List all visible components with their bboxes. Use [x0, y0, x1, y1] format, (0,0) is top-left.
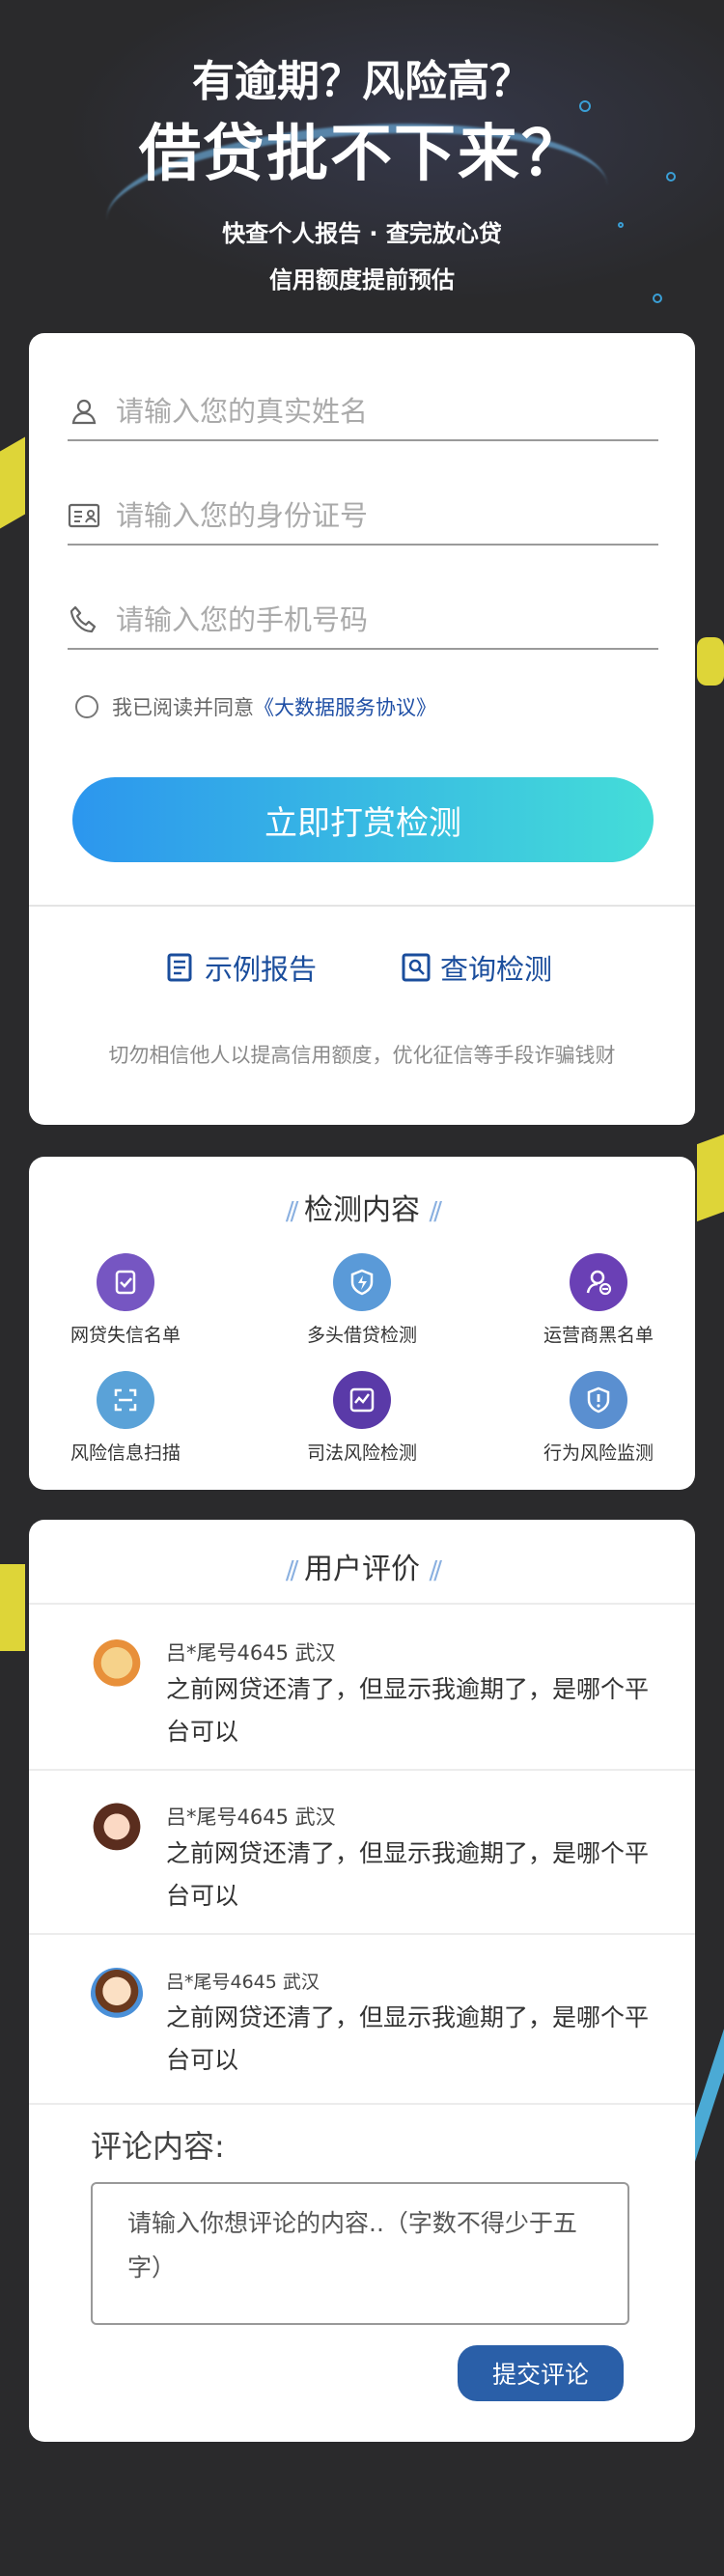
sample-report-label: 示例报告	[205, 953, 318, 986]
feature-label: 运营商黑名单	[543, 1325, 654, 1346]
phone-icon	[68, 603, 100, 636]
feature-item: 司法风险检测	[265, 1371, 459, 1465]
feature-label: 司法风险检测	[306, 1442, 417, 1464]
feature-item: 运营商黑名单	[502, 1253, 695, 1347]
deco-stroke	[0, 436, 25, 529]
hero-subtitle-line1: 快查个人报告 · 查完放心贷	[222, 220, 502, 247]
scan-icon	[97, 1371, 154, 1429]
reviews-section-title: // 用户评价 //	[29, 1545, 695, 1587]
divider	[29, 905, 695, 907]
sample-report-link[interactable]: 示例报告	[166, 947, 317, 988]
user-icon	[68, 395, 100, 428]
feature-item: 行为风险监测	[502, 1371, 695, 1465]
id-card-icon	[68, 499, 100, 532]
feature-label: 多头借贷检测	[306, 1325, 417, 1346]
feature-label: 风险信息扫描	[70, 1442, 181, 1464]
hero-dot	[653, 294, 662, 303]
query-check-link[interactable]: 查询检测	[402, 947, 552, 988]
deco-stroke	[697, 1134, 724, 1222]
phone-input[interactable]	[116, 603, 637, 636]
login-form-card: 我已阅读并同意 《大数据服务协议》 立即打赏检测 示例报告 查询检测 切勿相信他…	[29, 333, 695, 1125]
user-reviews-card: // 用户评价 // 吕*尾号4645 武汉 之前网贷还清了，但显示我逾期了，是…	[29, 1520, 695, 2442]
chart-monitor-icon	[333, 1371, 391, 1429]
name-field[interactable]	[68, 383, 658, 441]
comment-label: 评论内容:	[91, 2128, 225, 2165]
agreement-row: 我已阅读并同意 《大数据服务协议》	[75, 692, 436, 721]
slash-decoration: //	[285, 1556, 298, 1585]
review-user: 吕*尾号4645 武汉	[166, 1972, 320, 1993]
agree-text: 我已阅读并同意	[112, 696, 254, 719]
slash-decoration: //	[429, 1556, 442, 1585]
phone-field[interactable]	[68, 592, 658, 650]
avatar	[91, 1639, 143, 1692]
review-text: 之前网贷还清了，但显示我逾期了，是哪个平台可以	[166, 1839, 650, 1910]
avatar	[91, 1802, 143, 1854]
fraud-warning: 切勿相信他人以提高信用额度，优化征信等手段诈骗钱财	[108, 1044, 616, 1067]
detection-content-card: // 检测内容 // 网贷失信名单 多头借贷检测 运营商黑名单 风险信息扫描 司…	[29, 1157, 695, 1490]
slash-decoration: //	[285, 1197, 298, 1226]
review-text: 之前网贷还清了，但显示我逾期了，是哪个平台可以	[166, 2003, 650, 2074]
comment-textarea[interactable]	[91, 2182, 629, 2325]
shield-bolt-icon	[333, 1253, 391, 1311]
detection-title-text: 检测内容	[304, 1193, 420, 1227]
review-user: 吕*尾号4645 武汉	[166, 1641, 336, 1665]
name-input[interactable]	[116, 395, 637, 428]
detection-section-title: // 检测内容 //	[29, 1186, 695, 1228]
shield-alert-icon	[570, 1371, 627, 1429]
hero-title-line2: 借贷批不下来？	[139, 119, 585, 190]
hero-subtitle-line2: 信用额度提前预估	[269, 266, 455, 294]
feature-item: 风险信息扫描	[29, 1371, 222, 1465]
agree-radio[interactable]	[75, 695, 98, 718]
deco-stroke	[0, 1564, 25, 1651]
slash-decoration: //	[429, 1197, 442, 1226]
divider	[29, 2103, 695, 2105]
feature-label: 行为风险监测	[543, 1442, 654, 1464]
submit-check-button[interactable]: 立即打赏检测	[72, 777, 654, 862]
review-item: 吕*尾号4645 武汉 之前网贷还清了，但显示我逾期了，是哪个平台可以	[29, 1769, 695, 1933]
feature-item: 多头借贷检测	[265, 1253, 459, 1347]
user-blocked-icon	[570, 1253, 627, 1311]
document-icon	[166, 953, 195, 982]
review-item: 吕*尾号4645 武汉 之前网贷还清了，但显示我逾期了，是哪个平台可以	[29, 1603, 695, 1769]
feature-label: 网贷失信名单	[70, 1325, 181, 1346]
submit-comment-button[interactable]: 提交评论	[458, 2345, 624, 2401]
agreement-link[interactable]: 《大数据服务协议》	[254, 692, 436, 721]
hero-title-line1: 有逾期？风险高？	[192, 57, 532, 106]
review-user: 吕*尾号4645 武汉	[166, 1806, 336, 1829]
review-text: 之前网贷还清了，但显示我逾期了，是哪个平台可以	[166, 1675, 650, 1746]
query-check-label: 查询检测	[440, 953, 553, 986]
deco-stroke	[697, 637, 724, 686]
avatar	[91, 1968, 143, 2020]
search-document-icon	[402, 953, 431, 982]
reviews-title-text: 用户评价	[304, 1553, 420, 1586]
id-field[interactable]	[68, 488, 658, 546]
list-check-icon	[97, 1253, 154, 1311]
feature-item: 网贷失信名单	[29, 1253, 222, 1347]
id-input[interactable]	[116, 499, 637, 532]
review-item: 吕*尾号4645 武汉 之前网贷还清了，但显示我逾期了，是哪个平台可以	[29, 1933, 695, 2103]
hero-banner: 有逾期？风险高？ 借贷批不下来？ 快查个人报告 · 查完放心贷 信用额度提前预估	[0, 0, 724, 333]
